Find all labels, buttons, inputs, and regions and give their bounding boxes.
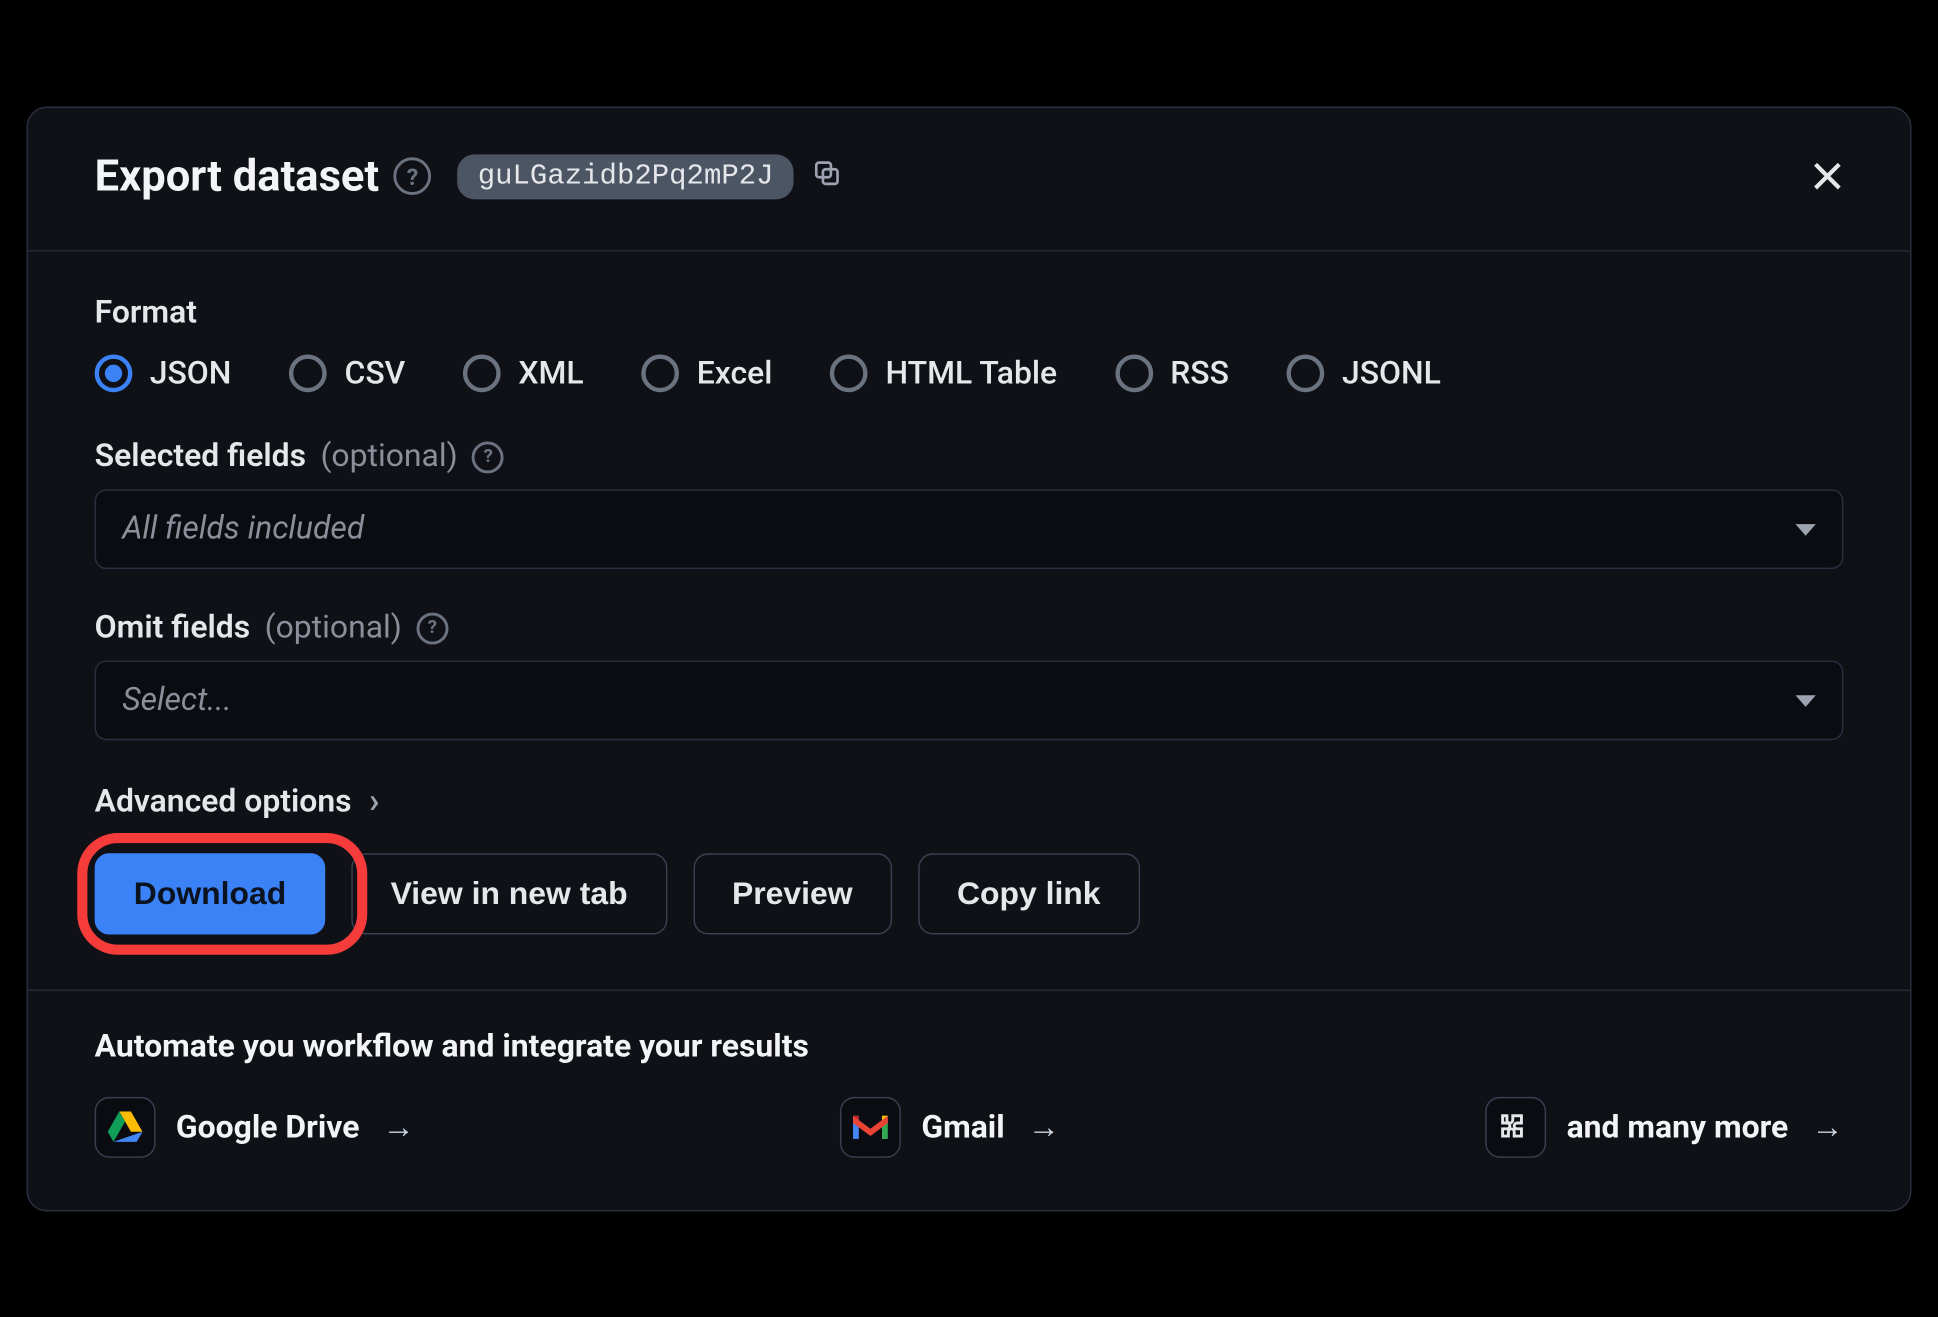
radio-label: Excel	[697, 355, 773, 391]
integration-label: and many more	[1567, 1109, 1789, 1145]
modal-footer: Automate you workflow and integrate your…	[28, 989, 1910, 1209]
radio-icon	[463, 354, 501, 392]
optional-text: (optional)	[321, 438, 458, 474]
integrations-row: Google Drive → Gmail →	[95, 1096, 1844, 1157]
omit-fields-label: Omit fields	[95, 609, 251, 645]
selected-fields-label: Selected fields	[95, 438, 306, 474]
radio-icon	[1287, 354, 1325, 392]
radio-icon	[95, 354, 133, 392]
optional-text: (optional)	[265, 609, 402, 645]
modal-title: Export dataset	[95, 150, 379, 201]
selected-fields-label-row: Selected fields (optional) ?	[95, 438, 1844, 474]
view-new-tab-button[interactable]: View in new tab	[351, 853, 666, 934]
radio-icon	[830, 354, 868, 392]
help-icon[interactable]: ?	[416, 611, 448, 643]
integration-label: Google Drive	[176, 1109, 360, 1145]
omit-fields-select[interactable]: Select...	[95, 660, 1844, 740]
chevron-down-icon	[1796, 694, 1816, 706]
omit-fields-label-row: Omit fields (optional) ?	[95, 609, 1844, 645]
advanced-options-toggle[interactable]: Advanced options ›	[95, 780, 1844, 821]
action-button-row: Download View in new tab Preview Copy li…	[95, 853, 1844, 934]
preview-button[interactable]: Preview	[693, 853, 892, 934]
arrow-right-icon: →	[1811, 1108, 1843, 1146]
format-radio-group: JSON CSV XML Excel HTML Table RSS	[95, 354, 1844, 392]
format-option-rss[interactable]: RSS	[1115, 354, 1229, 392]
copy-icon[interactable]	[811, 157, 843, 195]
radio-label: JSONL	[1342, 355, 1441, 391]
format-option-json[interactable]: JSON	[95, 354, 232, 392]
help-icon[interactable]: ?	[472, 440, 504, 472]
modal-header: Export dataset ? guLGazidb2Pq2mP2J	[28, 107, 1910, 251]
integration-gmail[interactable]: Gmail →	[840, 1096, 1060, 1157]
radio-label: CSV	[345, 355, 406, 391]
arrow-right-icon: →	[383, 1108, 415, 1146]
puzzle-icon	[1485, 1096, 1546, 1157]
format-option-jsonl[interactable]: JSONL	[1287, 354, 1441, 392]
close-button[interactable]	[1797, 145, 1858, 206]
radio-label: HTML Table	[885, 355, 1057, 391]
chevron-down-icon	[1796, 523, 1816, 535]
close-icon	[1807, 155, 1848, 196]
integration-many-more[interactable]: and many more →	[1485, 1096, 1843, 1157]
google-drive-icon	[95, 1096, 156, 1157]
format-option-excel[interactable]: Excel	[642, 354, 773, 392]
radio-icon	[1115, 354, 1153, 392]
radio-icon	[642, 354, 680, 392]
format-option-html-table[interactable]: HTML Table	[830, 354, 1057, 392]
radio-label: JSON	[150, 355, 232, 391]
chevron-right-icon: ›	[369, 780, 380, 821]
arrow-right-icon: →	[1028, 1108, 1060, 1146]
help-icon[interactable]: ?	[394, 157, 432, 195]
export-dataset-modal: Export dataset ? guLGazidb2Pq2mP2J Forma…	[26, 106, 1911, 1211]
footer-title: Automate you workflow and integrate your…	[95, 1028, 1844, 1064]
radio-label: RSS	[1170, 355, 1229, 391]
selected-fields-select[interactable]: All fields included	[95, 489, 1844, 569]
format-label: Format	[95, 295, 1844, 331]
modal-body: Format JSON CSV XML Excel HTML Table	[28, 251, 1910, 989]
radio-label: XML	[518, 355, 583, 391]
copy-link-button[interactable]: Copy link	[918, 853, 1140, 934]
select-placeholder: All fields included	[122, 511, 364, 547]
gmail-icon	[840, 1096, 901, 1157]
advanced-options-label: Advanced options	[95, 782, 352, 818]
format-option-xml[interactable]: XML	[463, 354, 583, 392]
format-option-csv[interactable]: CSV	[289, 354, 405, 392]
integration-label: Gmail	[921, 1109, 1004, 1145]
integration-google-drive[interactable]: Google Drive →	[95, 1096, 415, 1157]
download-button[interactable]: Download	[95, 853, 326, 934]
dataset-id-chip: guLGazidb2Pq2mP2J	[457, 153, 793, 198]
radio-icon	[289, 354, 327, 392]
select-placeholder: Select...	[122, 682, 232, 718]
